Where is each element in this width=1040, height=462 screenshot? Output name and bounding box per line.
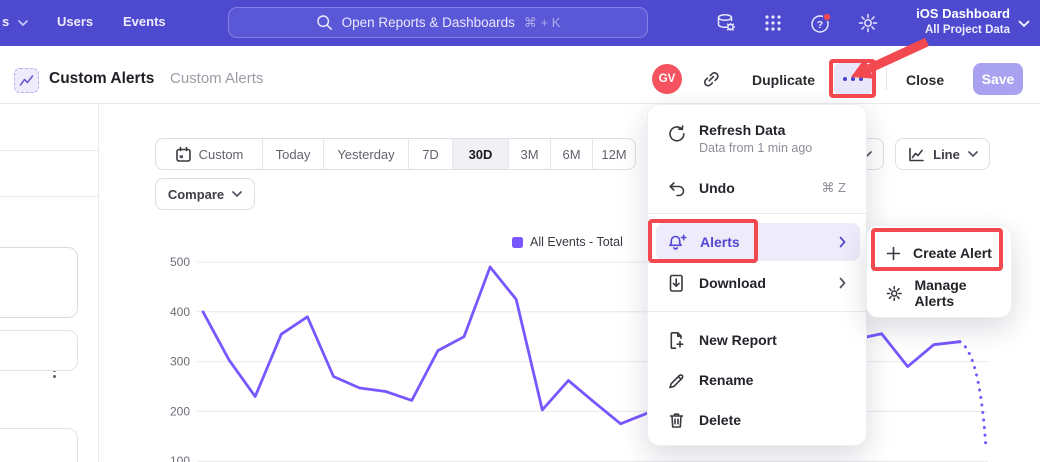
alert-bell-plus-icon — [666, 231, 688, 253]
calendar-icon — [175, 146, 192, 163]
project-switcher[interactable]: iOS Dashboard All Project Data — [916, 5, 1010, 38]
search-input[interactable]: Open Reports & Dashboards ⌘ + K — [228, 7, 648, 38]
close-button[interactable]: Close — [906, 72, 944, 88]
avatar[interactable]: GV — [652, 64, 682, 94]
nav-item-users[interactable]: Users — [57, 14, 93, 29]
line-chart-icon — [907, 146, 925, 163]
menu-item-undo[interactable]: Undo ⌘ Z — [656, 171, 860, 205]
date-range-7d[interactable]: 7D — [408, 139, 452, 169]
menu-item-download[interactable]: Download — [656, 265, 860, 301]
settings-gear-icon[interactable] — [856, 11, 880, 35]
help-icon[interactable]: ? — [809, 11, 833, 35]
report-toolbar: Custom Alerts Custom Alerts GV Duplicate… — [0, 46, 1040, 104]
chevron-down-icon — [968, 151, 978, 157]
submenu-item-manage-alerts[interactable]: Manage Alerts — [873, 274, 1007, 312]
date-range-label: Custom — [199, 147, 244, 162]
chart-legend[interactable]: All Events - Total — [512, 235, 623, 249]
chevron-down-icon — [232, 191, 242, 197]
project-scope: All Project Data — [916, 23, 1010, 38]
sidebar-card[interactable] — [0, 247, 78, 318]
pencil-icon — [666, 370, 687, 391]
report-icon — [14, 68, 39, 93]
chart-type-button[interactable]: Line — [895, 138, 990, 170]
y-axis-tick: 200 — [170, 404, 190, 418]
chevron-right-icon — [839, 277, 846, 289]
sidebar-divider — [0, 196, 99, 197]
plus-icon — [885, 245, 902, 262]
compare-button[interactable]: Compare — [155, 178, 255, 210]
avatar-initials: GV — [659, 73, 676, 85]
y-axis-tick: 300 — [170, 355, 190, 369]
y-axis-tick: 400 — [170, 305, 190, 319]
project-chevron-down-icon[interactable] — [1018, 20, 1030, 28]
menu-divider — [648, 311, 868, 312]
y-axis-tick: 100 — [170, 454, 190, 462]
submenu-item-create-alert[interactable]: Create Alert — [873, 234, 1007, 272]
toolbar-divider — [886, 68, 887, 90]
top-nav: s Users Events Open Reports & Dashboards… — [0, 0, 1040, 46]
download-document-icon — [666, 273, 687, 294]
menu-item-sublabel: Data from 1 min ago — [699, 141, 812, 155]
date-range-12m[interactable]: 12M — [592, 139, 635, 169]
more-ellipsis-icon — [843, 77, 847, 81]
search-shortcut: ⌘ + K — [524, 15, 561, 31]
menu-item-rename[interactable]: Rename — [656, 363, 860, 397]
apps-grid-icon[interactable] — [761, 11, 785, 35]
new-report-icon — [666, 330, 687, 351]
nav-item-partial-label: s — [2, 14, 9, 29]
chevron-down-icon — [18, 20, 28, 26]
chevron-right-icon — [839, 236, 846, 248]
menu-item-alerts[interactable]: Alerts — [656, 223, 860, 261]
date-range-3m[interactable]: 3M — [508, 139, 550, 169]
compare-label: Compare — [168, 187, 224, 202]
refresh-icon — [666, 124, 687, 145]
sidebar-card[interactable] — [0, 428, 78, 462]
menu-divider — [648, 213, 868, 214]
alerts-submenu: Create Alert Manage Alerts — [866, 225, 1012, 318]
notification-dot — [823, 13, 830, 20]
left-sidebar — [0, 104, 99, 462]
search-placeholder: Open Reports & Dashboards — [342, 15, 515, 30]
sidebar-card[interactable] — [0, 330, 78, 371]
report-context-menu: Refresh Data Data from 1 min ago Undo ⌘ … — [647, 104, 867, 446]
nav-item-partial[interactable]: s — [2, 14, 28, 29]
date-range-selector: Custom Today Yesterday 7D 30D 3M 6M 12M — [155, 138, 636, 170]
svg-text:?: ? — [817, 19, 823, 31]
chart-type-label: Line — [933, 147, 960, 162]
search-icon — [316, 14, 333, 31]
undo-shortcut: ⌘ Z — [821, 180, 846, 196]
save-button[interactable]: Save — [973, 63, 1023, 95]
menu-item-delete[interactable]: Delete — [656, 403, 860, 437]
menu-item-refresh-data[interactable]: Refresh Data Data from 1 min ago — [656, 115, 860, 163]
duplicate-button[interactable]: Duplicate — [752, 72, 815, 88]
undo-icon — [666, 178, 687, 199]
breadcrumb: Custom Alerts — [170, 70, 263, 87]
date-range-today[interactable]: Today — [262, 139, 323, 169]
menu-item-new-report[interactable]: New Report — [656, 323, 860, 357]
project-name: iOS Dashboard — [916, 5, 1010, 23]
data-management-icon[interactable] — [714, 11, 738, 35]
date-range-yesterday[interactable]: Yesterday — [323, 139, 408, 169]
sidebar-divider — [0, 150, 99, 151]
date-range-30d-selected[interactable]: 30D — [452, 139, 508, 169]
trash-icon — [666, 410, 687, 431]
copy-link-icon[interactable] — [700, 68, 722, 90]
date-range-custom[interactable]: Custom — [156, 139, 262, 169]
date-range-6m[interactable]: 6M — [550, 139, 592, 169]
series-line-dotted-forecast — [960, 342, 986, 450]
menu-item-label: Refresh Data — [699, 122, 812, 138]
y-axis-tick: 500 — [170, 255, 190, 269]
page-title: Custom Alerts — [49, 70, 154, 88]
legend-swatch — [512, 237, 523, 248]
legend-label: All Events - Total — [530, 235, 623, 249]
more-button[interactable] — [834, 63, 872, 95]
gear-icon — [885, 284, 903, 303]
nav-item-events[interactable]: Events — [123, 14, 166, 29]
